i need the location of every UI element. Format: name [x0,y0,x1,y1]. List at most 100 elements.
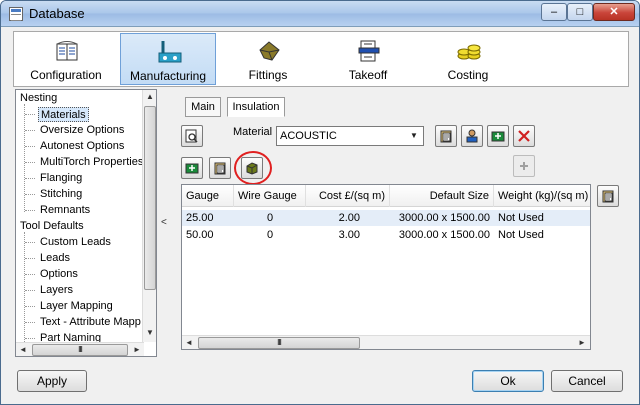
paste-gauge-button[interactable] [209,157,231,179]
tree-vertical-scrollbar[interactable]: ▲ ▼ [142,90,156,342]
settings-tree[interactable]: Nesting Materials Oversize Options Auton… [15,89,157,357]
column-header-cost[interactable]: Cost £/(sq m) [306,185,390,207]
tab-takeoff-label: Takeoff [348,68,388,82]
tree-item-oversize-options[interactable]: Oversize Options [40,123,124,138]
material-select-value: ACOUSTIC [280,130,337,142]
add-gauge-button[interactable] [181,157,203,179]
takeoff-icon [358,40,380,62]
fitting-icon [259,41,280,61]
minimize-button[interactable]: – [541,3,567,21]
tree-horizontal-scroll-thumb[interactable]: III [32,344,128,356]
cell-wire-gauge[interactable]: 0 [234,210,306,226]
tab-costing[interactable]: Costing [420,33,516,85]
tab-configuration[interactable]: Configuration [18,33,114,85]
cell-weight[interactable]: Not Used [494,227,590,243]
tree-item-tool-defaults[interactable]: Tool Defaults [20,219,84,234]
gauge-table[interactable]: Gauge Wire Gauge Cost £/(sq m) Default S… [181,184,591,350]
person-icon [466,129,478,143]
tree-item-materials[interactable]: Materials [38,107,89,122]
tab-insulation[interactable]: Insulation [227,97,285,117]
tree-guide-line [24,232,25,350]
database-window: Database – □ ✕ Configuration Manufacturi… [0,0,640,405]
tab-main[interactable]: Main [185,97,221,117]
apply-button[interactable]: Apply [17,370,87,392]
column-header-wire-gauge[interactable]: Wire Gauge [234,185,306,207]
paste-properties-button[interactable] [435,125,457,147]
column-header-weight[interactable]: Weight (kg)/(sq m) [494,185,590,207]
title-bar[interactable]: Database – □ ✕ [1,1,639,27]
tree-item-text-attribute-mapping[interactable]: Text - Attribute Mapp [40,315,141,330]
tree-item-flanging[interactable]: Flanging [40,171,82,186]
scroll-up-arrow[interactable]: ▲ [143,92,156,101]
tab-fittings[interactable]: Fittings [220,33,316,85]
add-material-button[interactable] [487,125,509,147]
column-header-gauge[interactable]: Gauge [182,185,234,207]
tab-manufacturing-label: Manufacturing [129,69,207,83]
table-horizontal-scrollbar[interactable]: ◄ III ► [182,335,590,349]
tree-dash [25,258,35,259]
scroll-down-arrow[interactable]: ▼ [143,328,156,337]
tree-dash [25,338,35,339]
column-header-default-size[interactable]: Default Size [390,185,494,207]
material-user-button[interactable] [461,125,483,147]
cell-default-size[interactable]: 3000.00 x 1500.00 [390,210,494,226]
preview-button[interactable] [181,125,203,147]
cell-cost[interactable]: 2.00 [306,210,390,226]
tree-dash [25,306,35,307]
collapse-arrow-icon[interactable]: < [161,217,167,228]
add-row-icon [185,163,199,174]
tree-item-remnants[interactable]: Remnants [40,203,90,218]
tree-item-leads[interactable]: Leads [40,251,70,266]
window-title: Database [29,6,85,21]
cell-weight[interactable]: Not Used [494,210,590,226]
close-button[interactable]: ✕ [593,3,635,21]
tree-item-layers[interactable]: Layers [40,283,73,298]
tree-guide-line [24,104,25,212]
cancel-button[interactable]: Cancel [551,370,623,392]
table-scroll-thumb[interactable]: III [198,337,360,349]
tree-dash [25,130,35,131]
tab-costing-label: Costing [447,68,489,82]
scroll-right-arrow[interactable]: ► [130,345,144,354]
tree-item-autonest-options[interactable]: Autonest Options [40,139,124,154]
table-row[interactable]: 50.00 0 3.00 3000.00 x 1500.00 Not Used [182,227,590,243]
cell-default-size[interactable]: 3000.00 x 1500.00 [390,227,494,243]
table-row[interactable]: 25.00 0 2.00 3000.00 x 1500.00 Not Used [182,210,590,226]
tree-dash [25,274,35,275]
tab-manufacturing[interactable]: Manufacturing [120,33,216,85]
scroll-right-arrow[interactable]: ► [575,338,589,347]
cell-wire-gauge[interactable]: 0 [234,227,306,243]
plus-icon [520,162,528,170]
tree-dash [25,242,35,243]
move-up-button[interactable] [513,155,535,177]
tree-item-stitching[interactable]: Stitching [40,187,82,202]
cell-cost[interactable]: 3.00 [306,227,390,243]
tab-takeoff[interactable]: Takeoff [320,33,416,85]
panel-splitter[interactable]: < [159,89,171,357]
grid-properties-button[interactable] [597,185,619,207]
ok-button[interactable]: Ok [472,370,544,392]
maximize-button[interactable]: □ [567,3,593,21]
tree-item-nesting[interactable]: Nesting [20,91,57,106]
clipboard-icon [214,162,226,175]
tree-item-options[interactable]: Options [40,267,78,282]
books-icon [56,41,78,61]
tree-item-custom-leads[interactable]: Custom Leads [40,235,111,250]
magnifier-icon [185,129,198,143]
tree-item-multitorch-properties[interactable]: MultiTorch Properties [40,155,143,170]
tree-dash [25,114,35,115]
cell-gauge[interactable]: 50.00 [182,227,234,243]
coins-icon [457,44,481,60]
material-select[interactable]: ACOUSTIC ▼ [276,126,424,146]
tree-horizontal-scrollbar[interactable]: ◄ III ► [16,342,144,356]
category-toolbar: Configuration Manufacturing Fittings Tak… [13,31,629,87]
tree-vertical-scroll-thumb[interactable] [144,106,156,290]
cell-gauge[interactable]: 25.00 [182,210,234,226]
clipboard-icon [440,130,452,143]
scroll-left-arrow[interactable]: ◄ [182,338,196,347]
delete-material-button[interactable] [513,125,535,147]
highlight-annotation-circle [234,151,272,185]
scroll-left-arrow[interactable]: ◄ [16,345,30,354]
chevron-down-icon[interactable]: ▼ [407,128,421,144]
tree-item-layer-mapping[interactable]: Layer Mapping [40,299,113,314]
